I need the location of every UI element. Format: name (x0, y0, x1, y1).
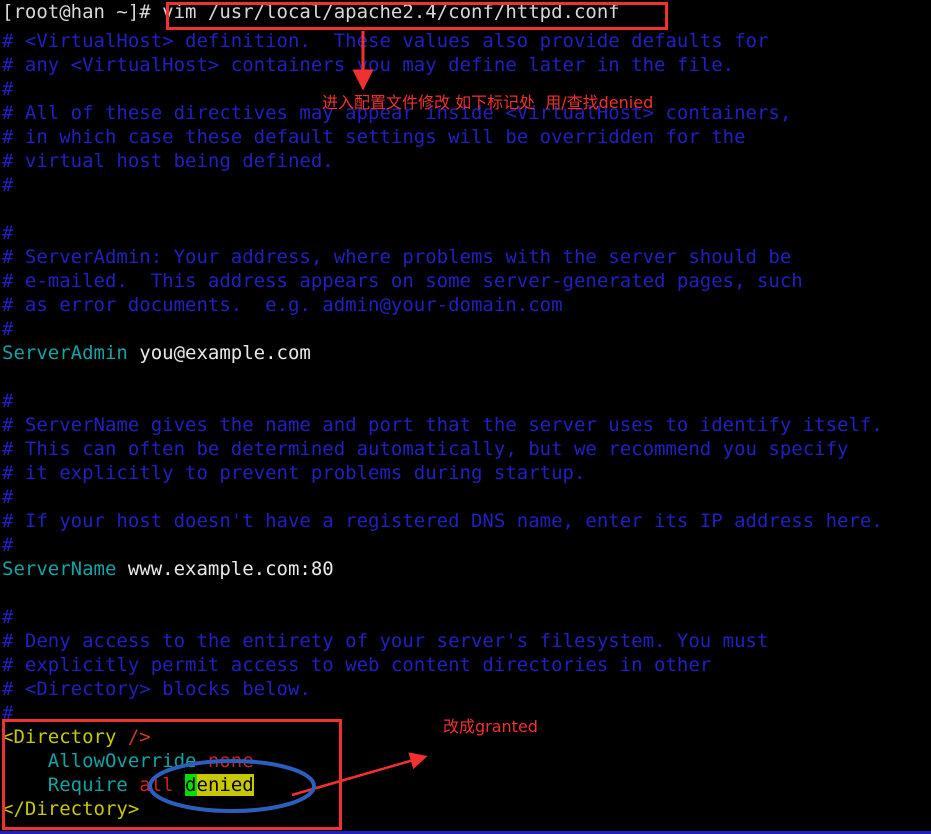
config-comment-line: # This can often be determined automatic… (2, 438, 849, 460)
config-comment-line: # in which case these default settings w… (2, 126, 746, 148)
config-comment-line: # (2, 390, 14, 412)
config-comment-line: # (2, 486, 14, 508)
config-comment-line: # (2, 318, 14, 340)
config-comment-line: # <Directory> blocks below. (2, 678, 311, 700)
directory-open-line: <Directory /> (2, 725, 151, 749)
config-comment-line: # (2, 534, 14, 556)
directory-open-tag: <Directory (2, 726, 128, 748)
require-value-highlighted: enied (196, 774, 254, 796)
terminal-output[interactable]: [root@han ~]# vim /usr/local/apache2.4/c… (0, 0, 931, 834)
require-keyword: Require (47, 774, 140, 796)
servername-keyword: ServerName (2, 558, 117, 580)
config-comment-line: # (2, 78, 14, 100)
allowoverride-line: AllowOverride none (2, 749, 254, 773)
shell-prompt-line: [root@han ~]# vim /usr/local/apache2.4/c… (2, 0, 620, 24)
config-comment-line: # virtual host being defined. (2, 150, 334, 172)
shell-prompt: [root@han ~]# (2, 1, 163, 23)
config-comment-line: # as error documents. e.g. admin@your-do… (2, 294, 563, 316)
config-comment-line: # it explicitly to prevent problems duri… (2, 462, 586, 484)
serveradmin-value: you@example.com (127, 342, 311, 364)
config-comment-line: # Deny access to the entirety of your se… (2, 630, 769, 652)
config-comment-line: # (2, 702, 14, 724)
servername-value: www.example.com:80 (116, 558, 334, 580)
config-comment-line: # ServerAdmin: Your address, where probl… (2, 246, 792, 268)
config-comment-line: # any <VirtualHost> containers you may d… (2, 54, 735, 76)
require-scope: all (139, 774, 186, 796)
servername-directive-line: ServerName www.example.com:80 (2, 557, 334, 581)
annotation-note-top: 进入配置文件修改 如下标记处 用/查找denied (322, 93, 654, 112)
annotation-note-bottom: 改成granted (443, 717, 538, 736)
directory-self-close: /> (127, 726, 151, 748)
config-comment-line: # (2, 222, 14, 244)
config-comment-line: # explicitly permit access to web conten… (2, 654, 712, 676)
allowoverride-keyword: AllowOverride (47, 750, 208, 772)
terminal-screenshot: [root@han ~]# vim /usr/local/apache2.4/c… (0, 0, 931, 834)
config-comment-line: # (2, 174, 14, 196)
config-comment-line: # <VirtualHost> definition. These values… (2, 30, 769, 52)
allowoverride-value: none (207, 750, 254, 772)
serveradmin-directive-line: ServerAdmin you@example.com (2, 341, 311, 365)
config-comment-line: # If your host doesn't have a registered… (2, 510, 883, 532)
config-comment-line: # e-mailed. This address appears on some… (2, 270, 803, 292)
config-comment-line: # (2, 606, 14, 628)
shell-command: vim /usr/local/apache2.4/conf/httpd.conf (162, 1, 620, 23)
directory-close-tag: </Directory> (2, 798, 140, 820)
serveradmin-keyword: ServerAdmin (2, 342, 128, 364)
config-comment-line: # ServerName gives the name and port tha… (2, 414, 883, 436)
require-line: Require all denied (2, 773, 254, 797)
vim-cursor: d (185, 774, 197, 796)
directory-close-line: </Directory> (2, 797, 139, 821)
